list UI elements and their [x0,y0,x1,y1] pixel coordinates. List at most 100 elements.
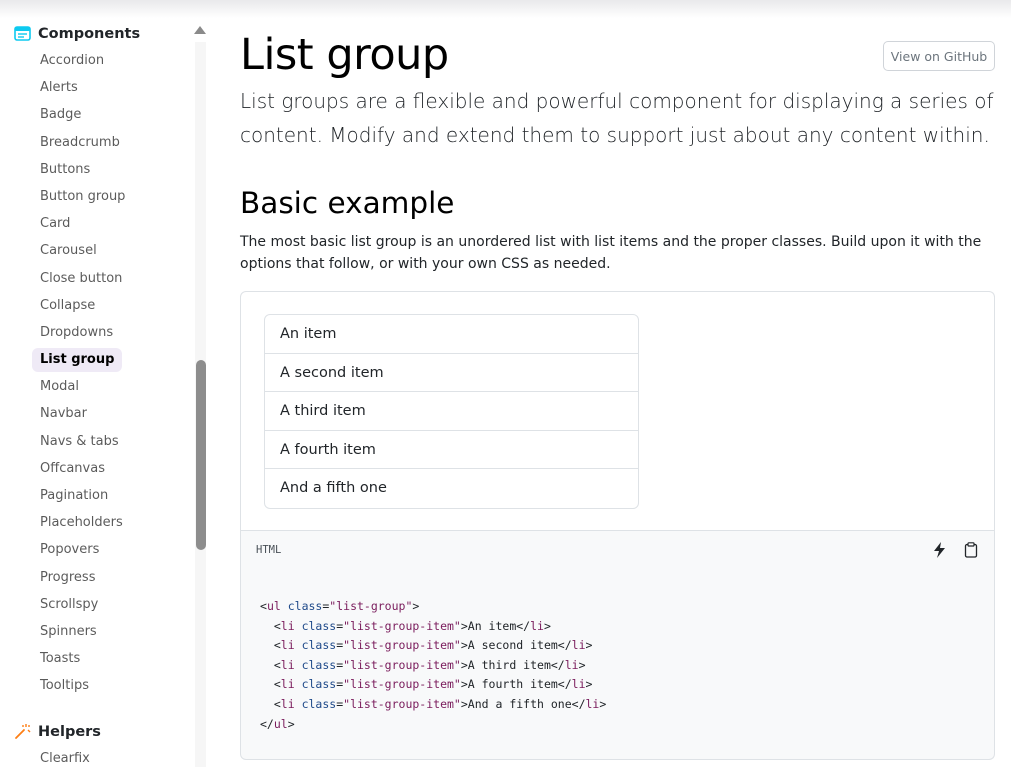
code-string: "list-group-item" [343,638,461,653]
magic-wand-icon [14,723,31,740]
code-header: HTML [240,530,995,570]
code-line: <li class="list-group-item">A third item… [260,657,586,672]
sidebar-group-label: Components [38,25,141,42]
sidebar-list-entry: Collapse [32,292,133,319]
sidebar-item-spinners[interactable]: Spinners [32,618,133,645]
view-on-github-button[interactable]: View on GitHub [883,41,995,71]
sidebar-list-entry: Offcanvas [32,455,133,482]
sidebar-list-entry: Breadcrumb [32,129,133,156]
code-tag: li [280,657,295,672]
list-group-item: A fourth item [265,431,638,470]
code-text: An item [467,618,517,633]
scrollbar-thumb[interactable] [196,360,206,550]
sidebar-item-buttons[interactable]: Buttons [32,156,133,183]
lightning-icon[interactable] [931,541,949,559]
sidebar-list-entry: Close button [32,265,133,292]
sidebar-list-entry: Placeholders [32,509,133,536]
sidebar-item-alerts[interactable]: Alerts [32,74,133,101]
example-preview: An item A second item A third item A fourth… [240,291,995,531]
sidebar-item-pagination[interactable]: Pagination [32,482,133,509]
sidebar-item-close-button[interactable]: Close button [32,265,133,292]
scroll-up-arrow-icon[interactable] [194,26,206,34]
sidebar-item-navs-tabs[interactable]: Navs & tabs [32,428,133,455]
code-string: "list-group-item" [343,696,461,711]
code-attr: class [287,599,323,613]
code-string: "list-group-item" [343,657,461,672]
code-tag: li [280,638,295,653]
sidebar: Components Accordion Alerts Badge Breadcrum… [0,0,210,767]
code-attr: class [301,696,337,711]
sidebar-list-entry: List group [32,346,133,373]
code-string: "list-group-item" [343,677,461,692]
list-group-item: An item [265,315,638,354]
sidebar-item-breadcrumb[interactable]: Breadcrumb [32,129,133,156]
list-group: An item A second item A third item A fourth… [264,314,639,509]
sidebar-item-toasts[interactable]: Toasts [32,645,133,672]
sidebar-item-tooltips[interactable]: Tooltips [32,672,133,699]
list-group-item: A third item [265,392,638,431]
code-line: <ul class="list-group"> [260,599,420,613]
sidebar-item-navbar[interactable]: Navbar [32,400,133,427]
sidebar-item-list-group[interactable]: List group [32,347,123,372]
code-text: A second item [467,638,558,653]
code-attr: class [301,657,337,672]
section-description: The most basic list group is an unordere… [240,234,982,272]
code-tag: li [571,677,586,692]
code-string: "list-group" [329,599,413,613]
page-title: List group [240,30,449,80]
code-attr: class [301,677,337,692]
sidebar-list-entry: Modal [32,373,133,400]
sidebar-item-modal[interactable]: Modal [32,373,133,400]
code-tag: li [280,696,295,711]
code-line: <li class="list-group-item">An item</li> [260,618,551,633]
sidebar-list-entry: Card [32,210,133,237]
code-attr: class [301,618,337,633]
list-group-item: A second item [265,354,638,393]
sidebar-list-entry: Popovers [32,536,133,563]
sidebar-list-entry: Badge [32,101,133,128]
code-tag: li [280,618,295,633]
sidebar-group-components[interactable]: Components [14,25,140,42]
code-tag: ul [273,716,288,731]
list-group-item: And a fifth one [280,480,387,497]
clipboard-icon[interactable] [962,541,980,559]
sidebar-item-button-group[interactable]: Button group [32,183,133,210]
code-line: </ul> [260,716,295,731]
sidebar-list-entry: Navbar [32,400,133,427]
sidebar-list-entry: Carousel [32,237,133,264]
sidebar-list-entry: Button group [32,183,133,210]
sidebar-group-label: Helpers [38,723,101,740]
code-tag: li [280,677,295,692]
sidebar-item-dropdowns[interactable]: Dropdowns [32,319,133,346]
sidebar-item-clearfix[interactable]: Clearfix [32,745,98,767]
sidebar-list-entry: Pagination [32,482,133,509]
code-text: A third item [467,657,551,672]
code-text: And a fifth one [467,696,572,711]
sidebar-item-scrollspy[interactable]: Scrollspy [32,591,133,618]
sidebar-list-entry: Toasts [32,645,133,672]
lead-paragraph: List groups are a flexible and powerful … [240,89,994,147]
code-line: <li class="list-group-item">And a fifth … [260,696,607,711]
sidebar-group-helpers[interactable]: Helpers [14,723,101,740]
code-block: <ul class="list-group"> <li class="list-… [240,569,995,760]
code-string: "list-group-item" [343,618,461,633]
code-snippet: <ul class="list-group"> <li class="list-… [260,597,606,734]
sidebar-item-carousel[interactable]: Carousel [32,237,133,264]
sidebar-item-badge[interactable]: Badge [32,101,133,128]
code-tag: li [571,638,586,653]
code-attr: class [301,638,337,653]
sidebar-item-placeholders[interactable]: Placeholders [32,509,133,536]
sidebar-list-entry: Accordion [32,47,133,74]
sidebar-list-entry: Spinners [32,618,133,645]
sidebar-item-offcanvas[interactable]: Offcanvas [32,455,133,482]
code-line: <li class="list-group-item">A fourth ite… [260,677,593,692]
sidebar-item-popovers[interactable]: Popovers [32,536,133,563]
sidebar-list-entry: Scrollspy [32,591,133,618]
sidebar-item-progress[interactable]: Progress [32,564,133,591]
sidebar-item-accordion[interactable]: Accordion [32,47,133,74]
code-text: A fourth item [467,677,558,692]
sidebar-item-collapse[interactable]: Collapse [32,292,133,319]
sidebar-item-card[interactable]: Card [32,210,133,237]
section-title: Basic example [240,186,455,220]
sidebar-list-entry: Dropdowns [32,319,133,346]
